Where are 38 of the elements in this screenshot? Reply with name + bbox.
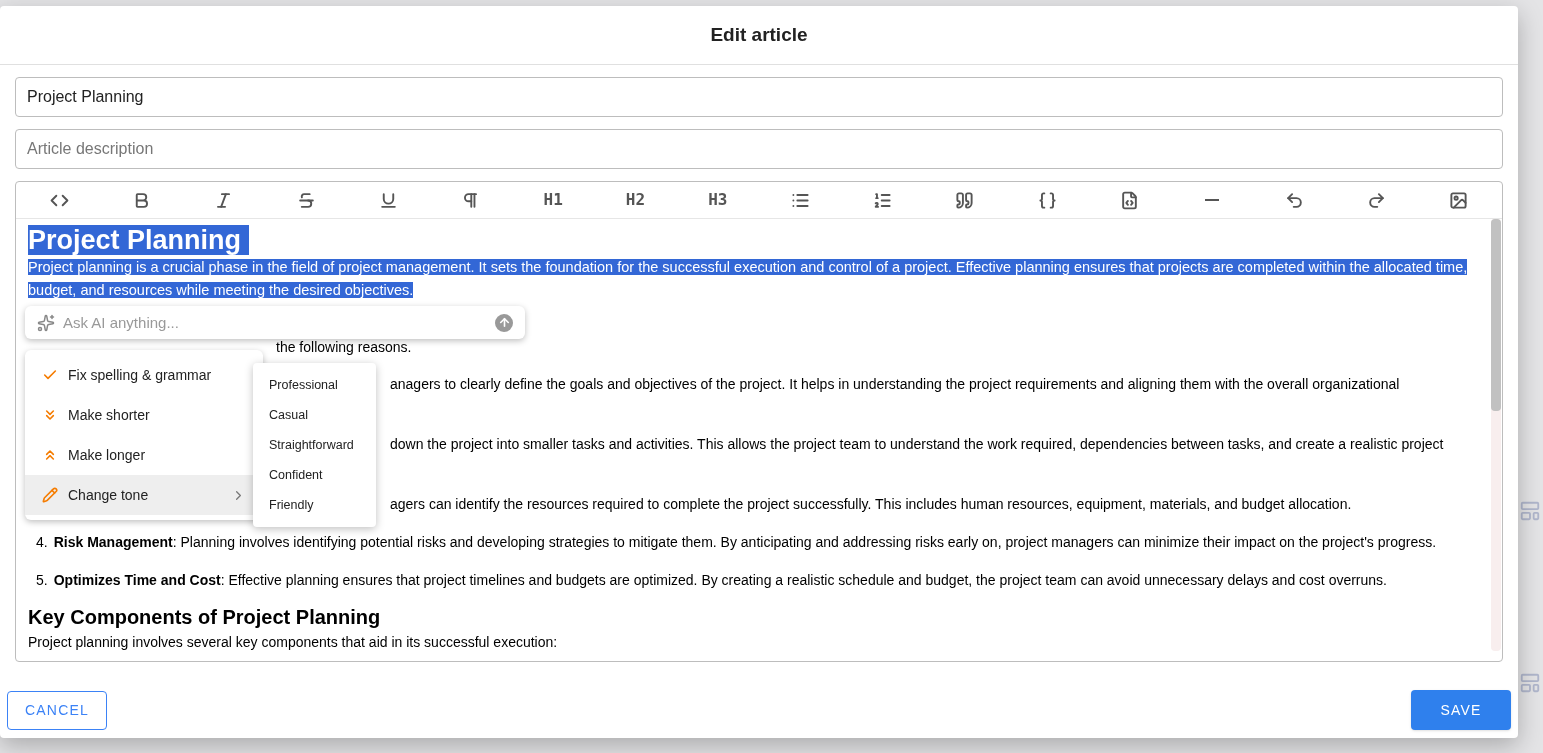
- code-block-icon: [1119, 190, 1139, 210]
- sparkle-icon: [37, 313, 55, 332]
- image-icon: [1449, 190, 1469, 210]
- heading-button[interactable]: H1: [511, 182, 595, 218]
- heading-button[interactable]: H3: [676, 182, 759, 218]
- horizontal-rule-icon: [1204, 199, 1219, 201]
- braces-icon: [1037, 190, 1057, 210]
- list-item-text: Optimizes Time and Cost: Effective planning ensures that project timelines and budgets are optimized. By creating a realistic schedule and budget, the project team can avoid unnecessary delays and cost overruns.: [53, 571, 1387, 590]
- heading: Project Planning: [28, 225, 250, 255]
- paragraph: Project planning involves several key components that aid in its successful execution:: [28, 634, 558, 650]
- redo-icon: [1366, 190, 1386, 210]
- list-number: 4.: [36, 533, 48, 552]
- list-item-text: Risk Management: Planning involves identifying potential risks and developing strategies to mitigate them. By anticipating and addressing risks early on, project managers can minimize their impact on the project's progress.: [53, 533, 1437, 552]
- list-item-text: agers can identify the resources required to complete the project successfully. This includes human resources, equipment, materials, and budget allocation.: [390, 495, 1352, 514]
- send-button[interactable]: [495, 313, 513, 332]
- list-number: 5.: [36, 571, 48, 590]
- save-button[interactable]: SAVE: [1411, 690, 1511, 730]
- dialog-title: Edit article: [710, 22, 808, 47]
- paragraph: the following reasons.: [276, 339, 412, 355]
- description-field[interactable]: Article description: [15, 129, 1503, 169]
- underline-icon: [378, 190, 398, 210]
- arrow-up-icon: [497, 316, 511, 329]
- quote-icon: [955, 190, 975, 210]
- heading-button[interactable]: H2: [594, 182, 677, 218]
- title-field[interactable]: Project Planning: [15, 77, 1503, 117]
- heading: Key Components of Project Planning: [28, 606, 381, 628]
- paragraph: Project planning is a crucial phase in the field of project management. It sets the foundation for the successful execution and control of a project. Effective planning ensures that projects are completed within the allocated time, budget, and resources while meeting the desired objectives.: [28, 258, 1469, 300]
- table-icon: [1519, 500, 1541, 522]
- list-item-text: anagers to clearly define the goals and objectives of the project. It helps in understanding the project requirements and aligning them with the overall organizational: [390, 375, 1400, 394]
- list-item-text: down the project into smaller tasks and activities. This allows the project team to understand the work required, dependencies between tasks, and create a realistic project: [390, 435, 1444, 454]
- placeholder-text: Ask AI anything...: [63, 313, 180, 333]
- strikethrough-icon: [296, 190, 316, 210]
- cancel-button[interactable]: CANCEL: [7, 691, 107, 730]
- numbered-list-icon: [872, 190, 892, 210]
- menu-item[interactable]: Fix spelling & grammar: [25, 355, 263, 395]
- undo-icon: [1284, 190, 1304, 210]
- table-icon: [1519, 672, 1541, 694]
- pencil-icon: [42, 487, 58, 503]
